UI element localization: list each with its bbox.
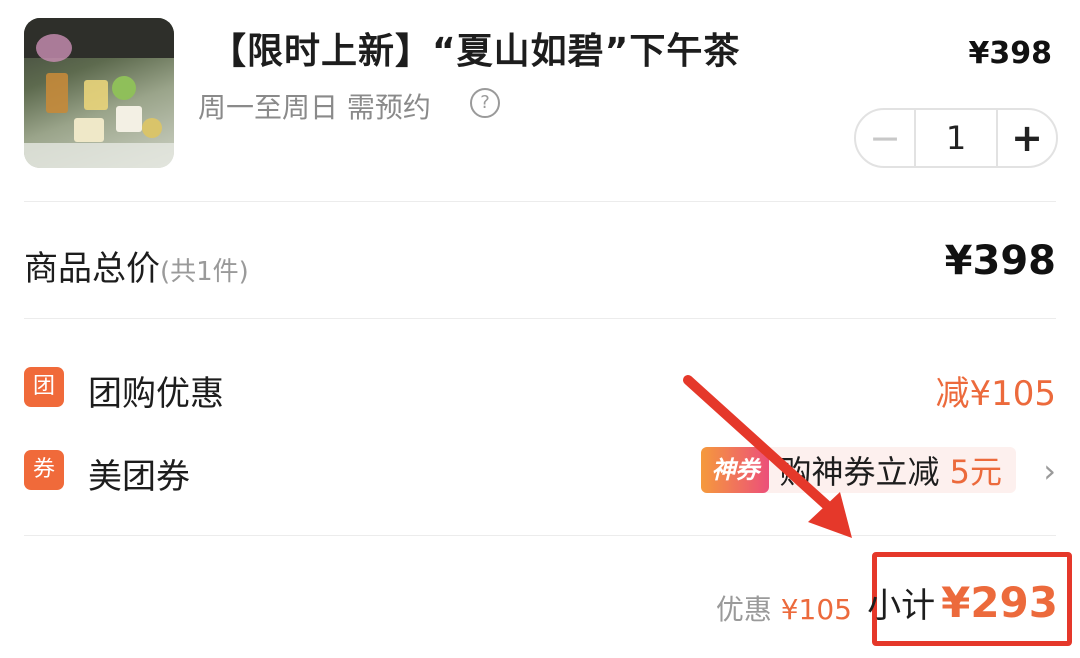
coupon-promo-label: 购神券立减 — [779, 453, 940, 491]
saved-value: ¥105 — [780, 593, 852, 626]
subtotal: 小计 ¥293 — [867, 578, 1058, 627]
total-label-row: 商品总价(共1件) — [24, 241, 249, 290]
item-count: (共1件) — [160, 257, 249, 287]
total-label: 商品总价 — [24, 249, 160, 289]
increase-button[interactable]: + — [996, 110, 1056, 166]
product-title: 【限时上新】“夏山如碧”下午茶 — [210, 31, 741, 72]
product-subtitle: 周一至周日 需预约 — [198, 91, 431, 124]
product-thumbnail[interactable] — [24, 18, 174, 168]
divider — [24, 201, 1056, 202]
super-coupon-tag: 神券 — [701, 447, 770, 493]
subtotal-value: ¥293 — [941, 578, 1058, 627]
subtotal-label: 小计 — [867, 586, 936, 626]
help-icon[interactable]: ? — [470, 88, 500, 118]
coupon-promo-amount: 5元 — [949, 453, 1002, 491]
group-buy-label: 团购优惠 — [88, 374, 224, 414]
quantity-value[interactable]: 1 — [916, 119, 996, 157]
saved-summary: 优惠 ¥105 — [716, 588, 852, 628]
coupon-promo-text: 购神券立减 5元 — [779, 447, 1002, 493]
total-value: ¥398 — [944, 238, 1056, 284]
divider — [24, 318, 1056, 319]
group-buy-discount: 减¥105 — [935, 374, 1056, 414]
saved-label: 优惠 — [715, 593, 772, 626]
product-price: ¥398 — [968, 36, 1053, 71]
coupon-promo[interactable]: 神券 购神券立减 5元 — [701, 447, 1016, 493]
divider — [24, 535, 1056, 536]
chevron-right-icon[interactable]: › — [1043, 452, 1056, 490]
quantity-stepper: − 1 + — [854, 108, 1058, 168]
coupon-badge-icon: 券 — [24, 450, 64, 490]
decrease-button[interactable]: − — [856, 110, 916, 166]
group-buy-badge-icon: 团 — [24, 367, 64, 407]
coupon-label[interactable]: 美团券 — [88, 449, 190, 498]
